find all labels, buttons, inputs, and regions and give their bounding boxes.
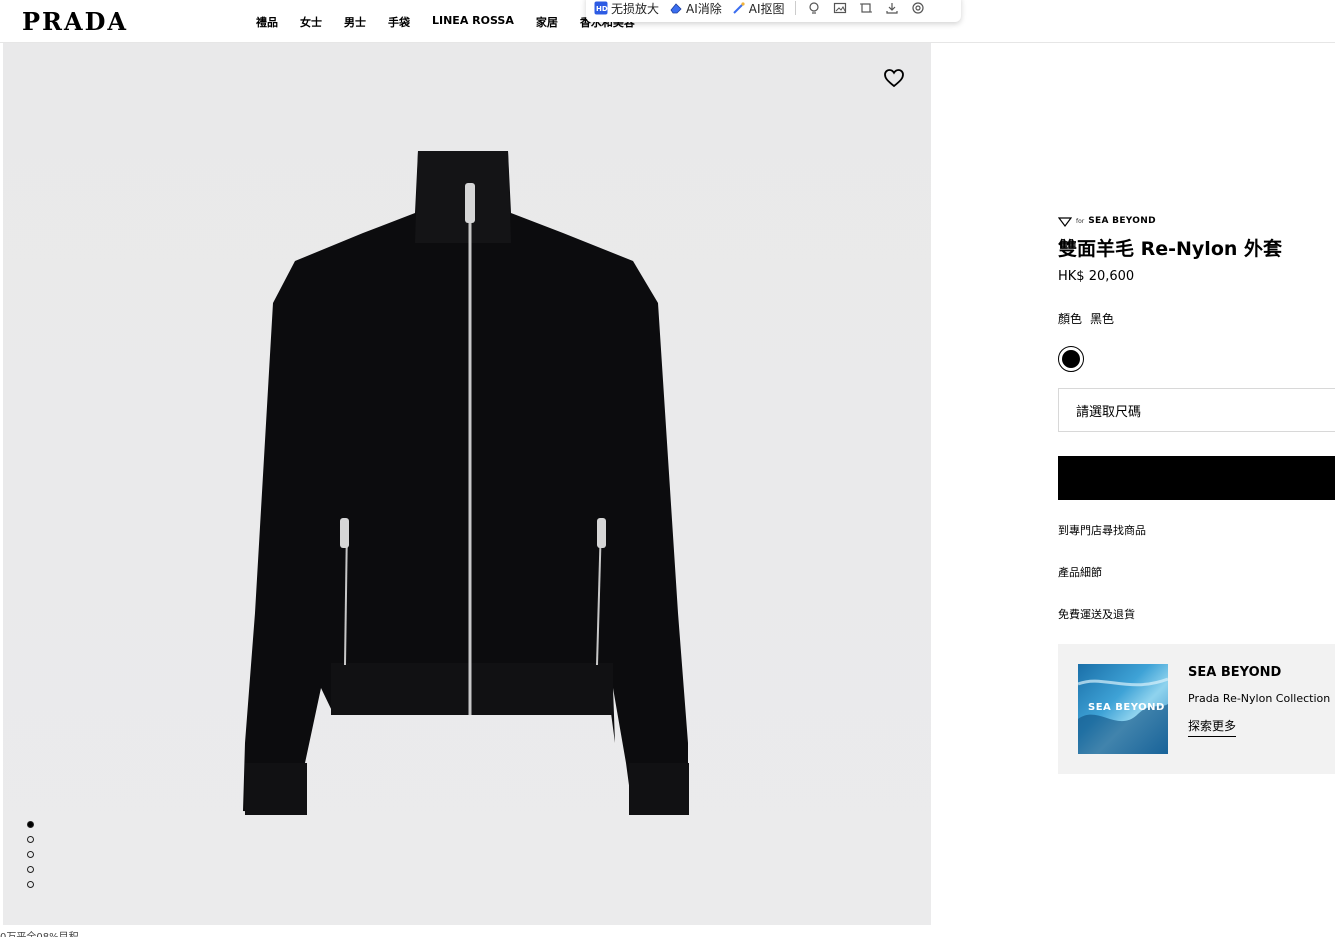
gallery-dot[interactable]	[27, 821, 34, 828]
shipping-returns-link[interactable]: 免費運送及退貨	[1058, 606, 1335, 621]
bulb-icon[interactable]	[806, 0, 822, 16]
ai-cutout-label: AI抠图	[748, 1, 785, 16]
nav-item-home[interactable]: 家居	[536, 14, 558, 30]
swatch-fill	[1062, 350, 1080, 368]
gallery-dot[interactable]	[27, 881, 34, 888]
toolbar-divider	[794, 1, 796, 15]
lossless-upscale-label: 无损放大	[611, 1, 660, 16]
heart-icon[interactable]	[883, 67, 905, 89]
prada-triangle-icon	[1057, 212, 1073, 231]
hd-icon: HD	[594, 1, 608, 15]
lossless-upscale-button[interactable]: HD 无损放大	[594, 0, 659, 17]
gallery-dot[interactable]	[27, 866, 34, 873]
product-title: 雙面羊毛 Re-Nylon 外套	[1058, 238, 1283, 260]
ai-cutout-button[interactable]: AI抠图	[732, 0, 785, 17]
nav-item-men[interactable]: 男士	[344, 14, 366, 30]
ai-erase-button[interactable]: AI消除	[669, 0, 722, 17]
product-details-link[interactable]: 產品細節	[1058, 564, 1335, 579]
image-tool-toolbar: HD 无损放大 AI消除 AI抠图	[586, 0, 961, 22]
footer-cut-text: 0万平全08%目积	[0, 928, 79, 937]
product-details: for SEA BEYOND 雙面羊毛 Re-Nylon 外套 HK$ 20,6…	[1057, 212, 1335, 774]
brand-tag-name: SEA BEYOND	[1088, 216, 1156, 226]
find-in-store-link[interactable]: 到專門店尋找商品	[1058, 522, 1335, 537]
brand-tag-prefix: for	[1076, 217, 1085, 225]
gallery-dot[interactable]	[27, 836, 34, 843]
nav-item-linea-rossa[interactable]: LINEA ROSSA	[432, 14, 514, 30]
color-value: 黑色	[1090, 312, 1115, 326]
promo-title: SEA BEYOND	[1188, 665, 1282, 680]
gallery-dot[interactable]	[27, 851, 34, 858]
sea-beyond-tag: for SEA BEYOND	[1057, 212, 1335, 231]
sea-beyond-promo: SEA BEYOND SEA BEYOND Prada Re-Nylon Col…	[1058, 644, 1335, 774]
product-page: PRADA 禮品 女士 男士 手袋 LINEA ROSSA 家居 香水和美容 H…	[0, 0, 1335, 937]
promo-image: SEA BEYOND	[1078, 664, 1168, 754]
size-select[interactable]: 請選取尺碼	[1058, 388, 1335, 432]
magic-wand-icon	[732, 1, 746, 15]
ai-erase-label: AI消除	[686, 1, 722, 16]
promo-image-text: SEA BEYOND	[1088, 702, 1165, 713]
product-image-panel	[3, 43, 931, 925]
nav-item-gifts[interactable]: 禮品	[256, 14, 278, 30]
nav-item-women[interactable]: 女士	[300, 14, 322, 30]
download-icon[interactable]	[884, 0, 900, 16]
color-info: 顏色 黑色	[1058, 310, 1335, 327]
color-swatch-black[interactable]	[1058, 346, 1084, 372]
promo-subtitle: Prada Re-Nylon Collection	[1188, 692, 1331, 705]
color-label: 顏色	[1058, 312, 1083, 326]
crop-icon[interactable]	[858, 0, 874, 16]
eraser-icon	[669, 1, 683, 15]
gallery-dots	[27, 821, 34, 888]
product-price: HK$ 20,600	[1058, 269, 1135, 284]
jacket-image	[243, 151, 689, 815]
settings-icon[interactable]	[910, 0, 926, 16]
image-icon[interactable]	[832, 0, 848, 16]
svg-text:HD: HD	[596, 5, 608, 13]
add-to-bag-button[interactable]	[1058, 456, 1335, 500]
prada-logo[interactable]: PRADA	[22, 7, 128, 36]
explore-more-link[interactable]: 探索更多	[1188, 717, 1237, 737]
nav-item-bags[interactable]: 手袋	[388, 14, 410, 30]
